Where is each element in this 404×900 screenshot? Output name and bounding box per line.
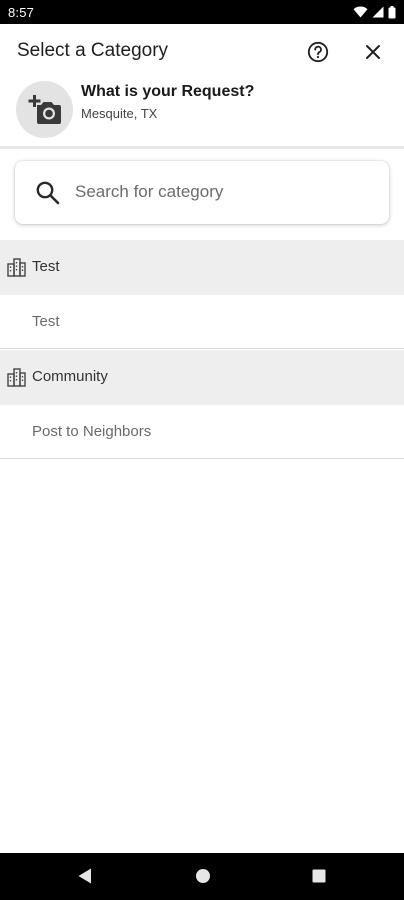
category-item-label: Post to Neighbors <box>32 423 152 440</box>
close-icon <box>366 45 380 59</box>
status-time: 8:57 <box>8 4 35 20</box>
category-group-header: Community <box>0 350 404 405</box>
category-group-label: Test <box>32 258 60 275</box>
back-icon[interactable] <box>77 867 93 885</box>
category-item-label: Test <box>32 313 60 330</box>
cellular-signal-icon <box>372 6 384 18</box>
page-title: Select a Category <box>17 40 169 61</box>
navigation-bar <box>0 853 404 900</box>
status-icons <box>353 5 396 19</box>
section-divider <box>0 146 404 149</box>
request-section: What is your Request? Mesquite, TX <box>0 80 404 146</box>
search-input[interactable] <box>75 177 375 207</box>
request-title: What is your Request? <box>81 83 255 100</box>
wifi-icon <box>353 6 368 18</box>
status-bar: 8:57 <box>0 0 404 24</box>
close-button[interactable] <box>360 39 386 65</box>
help-icon <box>307 41 329 63</box>
add-camera-icon <box>28 94 61 124</box>
category-item[interactable]: Test <box>0 295 404 349</box>
category-group-label: Community <box>32 368 108 385</box>
request-location: Mesquite, TX <box>81 106 158 121</box>
add-photo-button[interactable] <box>16 81 73 138</box>
search-box[interactable] <box>15 161 389 224</box>
category-item[interactable]: Post to Neighbors <box>0 405 404 459</box>
battery-icon <box>388 5 396 18</box>
search-icon <box>36 181 60 205</box>
building-icon <box>7 258 26 277</box>
building-icon <box>7 368 26 387</box>
recents-icon[interactable] <box>311 867 327 885</box>
category-group-header: Test <box>0 240 404 295</box>
home-icon[interactable] <box>195 867 211 885</box>
header: Select a Category <box>0 24 404 80</box>
help-button[interactable] <box>305 39 331 65</box>
